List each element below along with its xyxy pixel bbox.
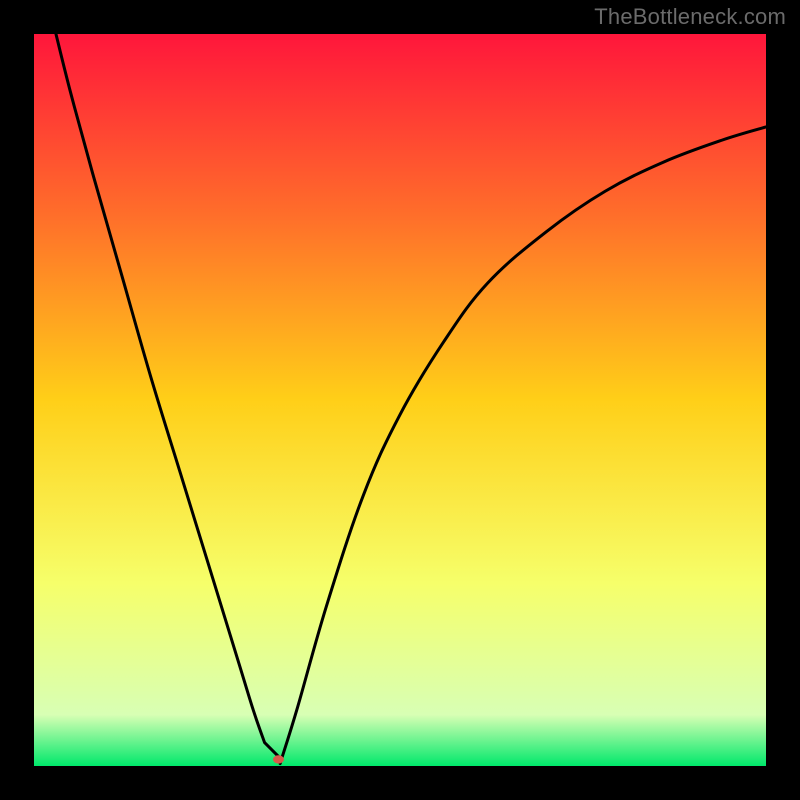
attribution-text: TheBottleneck.com [594, 4, 786, 30]
chart-frame: TheBottleneck.com [0, 0, 800, 800]
plot-area [34, 34, 766, 766]
chart-svg [34, 34, 766, 766]
gradient-background [34, 34, 766, 766]
minimum-marker [273, 755, 284, 763]
